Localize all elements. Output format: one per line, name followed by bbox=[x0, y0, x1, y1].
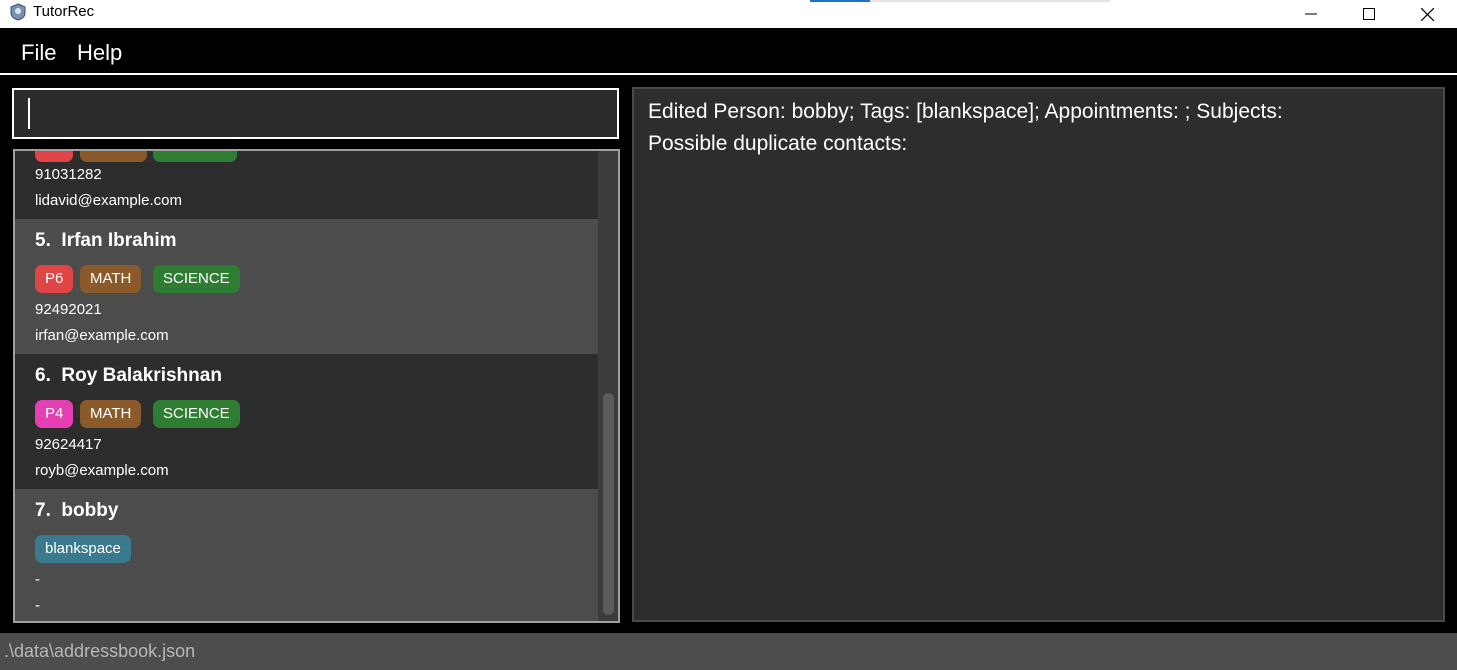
person-phone: 91031282 bbox=[35, 166, 102, 183]
tag-level bbox=[35, 151, 73, 162]
title-bar: TutorRec bbox=[0, 0, 1457, 28]
duplicate-message: Possible duplicate contacts: bbox=[648, 132, 908, 155]
app-icon bbox=[9, 3, 27, 21]
tag-subject: MATH bbox=[80, 265, 142, 293]
close-icon bbox=[1420, 7, 1434, 21]
tag-subject bbox=[153, 151, 237, 162]
minimize-button[interactable] bbox=[1282, 0, 1340, 28]
tag-label: blankspace bbox=[35, 535, 131, 563]
menu-file[interactable]: File bbox=[21, 40, 56, 66]
person-email: irfan@example.com bbox=[35, 327, 169, 344]
tag-level: P4 bbox=[35, 400, 74, 428]
tag-subject: MATH bbox=[80, 400, 142, 428]
menu-help[interactable]: Help bbox=[77, 40, 122, 66]
tag-subject bbox=[80, 151, 147, 162]
file-path: .\data\addressbook.json bbox=[4, 641, 196, 661]
minimize-icon bbox=[1305, 13, 1317, 15]
person-phone: - bbox=[35, 571, 40, 588]
text-caret bbox=[28, 98, 30, 129]
person-card[interactable]: 6. Roy Balakrishnan P4 MATH SCIENCE 9262… bbox=[15, 354, 598, 489]
result-display: Edited Person: bobby; Tags: [blankspace]… bbox=[632, 87, 1445, 622]
menu-bar: File Help bbox=[0, 28, 1457, 75]
person-name: 5. Irfan Ibrahim bbox=[35, 230, 177, 251]
person-phone: 92492021 bbox=[35, 301, 102, 318]
scroll-thumb[interactable] bbox=[603, 393, 614, 615]
maximize-button[interactable] bbox=[1340, 0, 1398, 28]
list-scrollbar[interactable] bbox=[601, 155, 615, 617]
result-message: Edited Person: bobby; Tags: [blankspace]… bbox=[648, 100, 1283, 123]
taskbar-indicator-track bbox=[870, 0, 1110, 2]
taskbar-indicator bbox=[810, 0, 870, 2]
person-card[interactable]: 7. bobby blankspace - - bbox=[15, 489, 598, 621]
tag-subject: SCIENCE bbox=[153, 400, 240, 428]
close-button[interactable] bbox=[1398, 0, 1456, 28]
tag-level: P6 bbox=[35, 265, 74, 293]
person-card[interactable]: 91031282 lidavid@example.com bbox=[15, 151, 598, 219]
person-email: lidavid@example.com bbox=[35, 192, 182, 209]
window-title: TutorRec bbox=[33, 3, 95, 20]
maximize-icon bbox=[1363, 8, 1375, 20]
person-email: royb@example.com bbox=[35, 462, 169, 479]
person-name: 6. Roy Balakrishnan bbox=[35, 365, 222, 386]
person-name: 7. bobby bbox=[35, 500, 119, 521]
person-email: - bbox=[35, 597, 40, 614]
status-bar: .\data\addressbook.json bbox=[0, 633, 1457, 670]
command-input[interactable] bbox=[12, 88, 619, 139]
tag-subject: SCIENCE bbox=[153, 265, 240, 293]
person-phone: 92624417 bbox=[35, 436, 102, 453]
person-list[interactable]: 91031282 lidavid@example.com 5. Irfan Ib… bbox=[13, 149, 620, 623]
person-card[interactable]: 5. Irfan Ibrahim P6 MATH SCIENCE 9249202… bbox=[15, 219, 598, 354]
